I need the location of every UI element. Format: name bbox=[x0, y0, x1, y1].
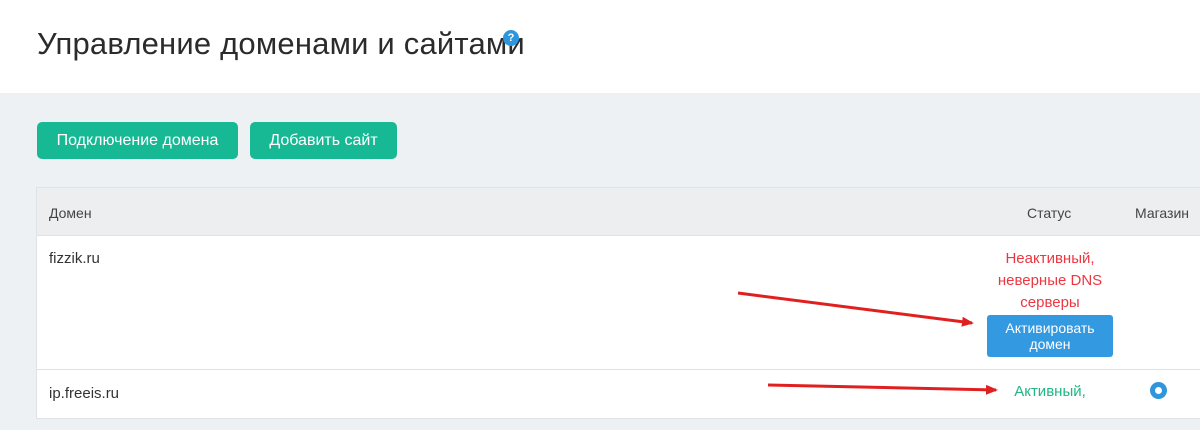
status-inactive: Неактивный, неверные DNS серверы bbox=[977, 248, 1123, 314]
help-icon[interactable]: ? bbox=[503, 30, 519, 46]
activate-domain-button[interactable]: Активировать домен bbox=[987, 315, 1113, 357]
table-row: ip.freeis.ru Активный, bbox=[37, 370, 1200, 430]
activate-button-line: Активировать bbox=[1005, 320, 1095, 336]
column-header-status[interactable]: Статус bbox=[1027, 205, 1071, 221]
status-line: серверы bbox=[1020, 294, 1080, 311]
add-site-button[interactable]: Добавить сайт bbox=[250, 122, 397, 159]
column-header-shop[interactable]: Магазин bbox=[1135, 205, 1189, 221]
connect-domain-button[interactable]: Подключение домена bbox=[37, 122, 238, 159]
domain-name: ip.freeis.ru bbox=[49, 385, 120, 402]
domain-name: fizzik.ru bbox=[49, 250, 100, 267]
status-line: неверные DNS bbox=[997, 272, 1103, 289]
status-line: Неактивный, bbox=[1005, 250, 1095, 267]
table-row: fizzik.ru Неактивный, неверные DNS серве… bbox=[37, 236, 1200, 370]
domains-table: Домен Статус Магазин fizzik.ru Неактивны… bbox=[36, 187, 1200, 419]
status-active: Активный, bbox=[1014, 383, 1086, 400]
activate-button-line: домен bbox=[1029, 336, 1071, 352]
page-title: Управление доменами и сайтами bbox=[37, 26, 525, 61]
table-header: Домен Статус Магазин bbox=[37, 188, 1200, 236]
page-header: Управление доменами и сайтами ? bbox=[0, 0, 1200, 93]
column-header-domain[interactable]: Домен bbox=[49, 205, 92, 221]
radio-selected-icon[interactable] bbox=[1150, 382, 1167, 399]
